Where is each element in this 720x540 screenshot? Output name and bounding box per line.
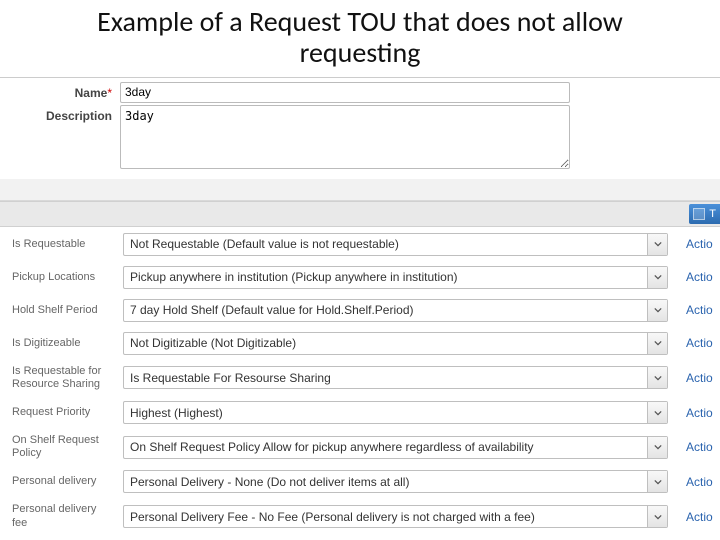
rule-label: Personal delivery xyxy=(2,466,117,497)
rule-select[interactable]: Not Digitizable (Not Digitizable) xyxy=(123,332,668,355)
chevron-down-icon[interactable] xyxy=(647,300,667,321)
action-link[interactable]: Actio xyxy=(686,270,713,284)
description-input[interactable] xyxy=(120,105,570,169)
chevron-down-icon[interactable] xyxy=(647,333,667,354)
rule-select[interactable]: Personal Delivery Fee - No Fee (Personal… xyxy=(123,505,668,528)
rule-select[interactable]: Highest (Highest) xyxy=(123,401,668,424)
action-link[interactable]: Actio xyxy=(686,237,713,251)
rule-label: Hold Shelf Period xyxy=(2,295,117,326)
form-panel: Name* Description T Is Requestable Not R… xyxy=(0,77,720,536)
action-link[interactable]: Actio xyxy=(686,406,713,420)
chevron-down-icon[interactable] xyxy=(647,267,667,288)
rule-label: Is Digitizeable xyxy=(2,328,117,359)
action-link[interactable]: Actio xyxy=(686,303,713,317)
toolbar-icon xyxy=(693,208,705,220)
action-link[interactable]: Actio xyxy=(686,440,713,454)
top-fields: Name* Description xyxy=(0,78,720,179)
table-row: Hold Shelf Period 7 day Hold Shelf (Defa… xyxy=(2,295,718,326)
rule-select[interactable]: Personal Delivery - None (Do not deliver… xyxy=(123,470,668,493)
rule-select[interactable]: Pickup anywhere in institution (Pickup a… xyxy=(123,266,668,289)
rule-select-value: Personal Delivery Fee - No Fee (Personal… xyxy=(124,510,647,524)
action-link[interactable]: Actio xyxy=(686,336,713,350)
section-spacer-1 xyxy=(0,179,720,201)
rule-select-value: Not Requestable (Default value is not re… xyxy=(124,237,647,251)
rule-label: On Shelf Request Policy xyxy=(2,430,117,464)
chevron-down-icon[interactable] xyxy=(647,234,667,255)
rule-label: Is Requestable xyxy=(2,229,117,260)
rule-label: Is Requestable for Resource Sharing xyxy=(2,361,117,395)
rule-select-value: 7 day Hold Shelf (Default value for Hold… xyxy=(124,303,647,317)
rule-select[interactable]: Is Requestable For Resourse Sharing xyxy=(123,366,668,389)
action-link[interactable]: Actio xyxy=(686,371,713,385)
table-row: On Shelf Request Policy On Shelf Request… xyxy=(2,430,718,464)
description-label: Description xyxy=(10,105,120,123)
action-link[interactable]: Actio xyxy=(686,510,713,524)
slide-title: Example of a Request TOU that does not a… xyxy=(0,0,720,71)
chevron-down-icon[interactable] xyxy=(647,402,667,423)
table-row: Is Requestable for Resource Sharing Is R… xyxy=(2,361,718,395)
rule-select-value: On Shelf Request Policy Allow for pickup… xyxy=(124,440,647,454)
name-input[interactable] xyxy=(120,82,570,103)
name-label: Name* xyxy=(10,82,120,100)
table-row: Personal delivery fee Personal Delivery … xyxy=(2,499,718,533)
chevron-down-icon[interactable] xyxy=(647,471,667,492)
toolbar-button-label: T xyxy=(709,208,716,220)
rule-label: Personal delivery fee xyxy=(2,499,117,533)
toolbar-button[interactable]: T xyxy=(689,204,720,224)
rules-toolbar: T xyxy=(0,201,720,227)
table-row: Request Priority Highest (Highest) Actio xyxy=(2,397,718,428)
action-link[interactable]: Actio xyxy=(686,475,713,489)
rule-label: Pickup Locations xyxy=(2,262,117,293)
rule-select-value: Pickup anywhere in institution (Pickup a… xyxy=(124,270,647,284)
chevron-down-icon[interactable] xyxy=(647,367,667,388)
rule-select-value: Personal Delivery - None (Do not deliver… xyxy=(124,475,647,489)
table-row: Is Requestable Not Requestable (Default … xyxy=(2,229,718,260)
rule-select-value: Is Requestable For Resourse Sharing xyxy=(124,371,647,385)
table-row: Personal delivery Personal Delivery - No… xyxy=(2,466,718,497)
rule-select-value: Highest (Highest) xyxy=(124,406,647,420)
rule-select[interactable]: Not Requestable (Default value is not re… xyxy=(123,233,668,256)
rules-table: Is Requestable Not Requestable (Default … xyxy=(0,227,720,536)
chevron-down-icon[interactable] xyxy=(647,506,667,527)
chevron-down-icon[interactable] xyxy=(647,437,667,458)
rule-label: Request Priority xyxy=(2,397,117,428)
rule-select-value: Not Digitizable (Not Digitizable) xyxy=(124,336,647,350)
rule-select[interactable]: 7 day Hold Shelf (Default value for Hold… xyxy=(123,299,668,322)
rule-select[interactable]: On Shelf Request Policy Allow for pickup… xyxy=(123,436,668,459)
table-row: Pickup Locations Pickup anywhere in inst… xyxy=(2,262,718,293)
table-row: Is Digitizeable Not Digitizable (Not Dig… xyxy=(2,328,718,359)
